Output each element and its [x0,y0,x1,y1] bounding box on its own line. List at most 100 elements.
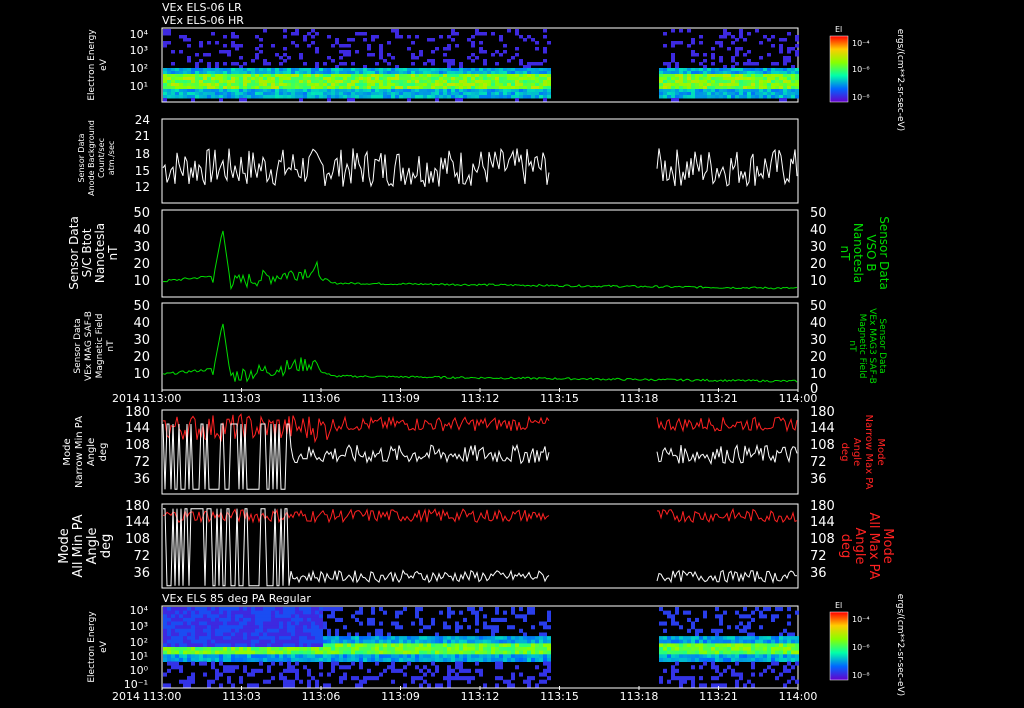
heatmap-cell [759,654,763,659]
y-tick-label: 10⁴ [130,604,149,617]
heatmap-cell [535,95,539,99]
heatmap-cell [703,74,707,78]
heatmap-cell [355,71,359,75]
heatmap-cell [475,657,479,662]
heatmap-cell [307,628,311,633]
heatmap-cell [707,92,711,96]
heatmap-cell [711,95,715,99]
heatmap-cell [523,643,527,648]
heatmap-cell [727,68,731,72]
heatmap-cell [455,98,459,102]
heatmap-cell [347,77,351,81]
heatmap-cell [219,628,223,633]
heatmap-cell [247,617,251,622]
heatmap-cell [175,614,179,619]
heatmap-cell [727,80,731,84]
heatmap-cell [387,68,391,72]
heatmap-cell [759,92,763,96]
heatmap-cell [295,650,299,655]
heatmap-cell [315,89,319,93]
heatmap-cell [275,657,279,662]
heatmap-cell [771,643,775,648]
heatmap-cell [731,68,735,72]
heatmap-cell [523,38,527,42]
heatmap-cell [187,617,191,622]
heatmap-cell [367,92,371,96]
heatmap-cell [207,657,211,662]
heatmap-cell [183,92,187,96]
heatmap-cell [271,44,275,48]
heatmap-cell [455,647,459,652]
heatmap-cell [495,654,499,659]
heatmap-cell [411,621,415,626]
heatmap-cell [247,654,251,659]
heatmap-cell [775,95,779,99]
heatmap-cell [475,621,479,626]
heatmap-cell [231,77,235,81]
heatmap-cell [239,610,243,615]
heatmap-cell [691,679,695,684]
heatmap-cell [411,89,415,93]
heatmap-cell [751,80,755,84]
heatmap-cell [495,643,499,648]
heatmap-cell [483,625,487,630]
heatmap-cell [443,83,447,87]
heatmap-cell [431,95,435,99]
heatmap-cell [687,617,691,622]
heatmap-cell [751,77,755,81]
heatmap-cell [275,636,279,641]
heatmap-cell [775,86,779,90]
heatmap-cell [335,661,339,666]
heatmap-cell [667,636,671,641]
heatmap-cell [251,83,255,87]
heatmap-cell [291,650,295,655]
heatmap-cell [703,657,707,662]
heatmap-cell [387,74,391,78]
colorbar-units: ergs/(cm**2-sr-sec-eV) [895,594,905,696]
heatmap-cell [699,95,703,99]
heatmap-cell [227,621,231,626]
heatmap-cell [399,68,403,72]
heatmap-cell [407,654,411,659]
heatmap-cell [291,683,295,688]
heatmap-cell [715,628,719,633]
heatmap-cell [687,77,691,81]
heatmap-cell [539,632,543,637]
heatmap-cell [187,639,191,644]
heatmap-cell [431,636,435,641]
heatmap-cell [367,654,371,659]
heatmap-cell [775,676,779,681]
heatmap-cell [343,643,347,648]
colorbar [829,611,849,681]
heatmap-cell [267,89,271,93]
heatmap-cell [539,62,543,66]
heatmap-cell [259,654,263,659]
heatmap-cell [767,89,771,93]
heatmap-cell [315,50,319,54]
heatmap-cell [719,654,723,659]
heatmap-cell [443,95,447,99]
heatmap-cell [171,95,175,99]
heatmap-cell [263,29,267,33]
heatmap-cell [291,625,295,630]
heatmap-cell [231,654,235,659]
heatmap-cell [499,647,503,652]
heatmap-cell [259,628,263,633]
heatmap-cell [199,86,203,90]
heatmap-cell [171,92,175,96]
heatmap-cell [359,679,363,684]
heatmap-cell [307,74,311,78]
heatmap-cell [487,92,491,96]
heatmap-cell [751,95,755,99]
y-axis-label: Anode Background [87,120,96,196]
heatmap-cell [535,639,539,644]
heatmap-cell [463,71,467,75]
heatmap-cell [751,643,755,648]
heatmap-cell [243,71,247,75]
heatmap-cell [431,86,435,90]
heatmap-cell [379,621,383,626]
heatmap-cell [339,92,343,96]
heatmap-cell [259,68,263,72]
heatmap-cell [383,654,387,659]
heatmap-cell [363,71,367,75]
